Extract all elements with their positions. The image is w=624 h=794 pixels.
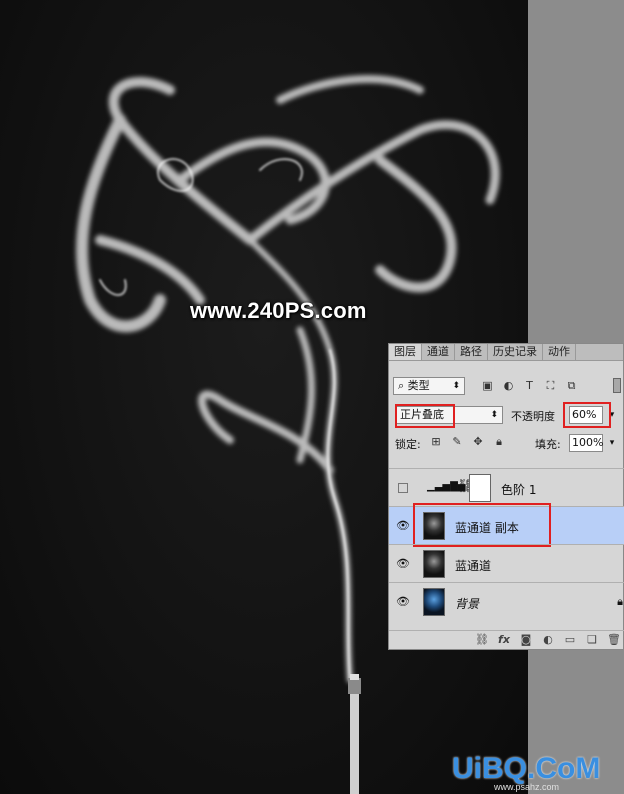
lock-move-icon[interactable]: ✥ [471, 435, 485, 449]
search-icon: ⌕ [398, 379, 405, 392]
lock-icon: 🔒︎ [617, 595, 623, 608]
trash-icon[interactable]: 🗑︎ [607, 633, 621, 647]
layer-levels-1[interactable]: ▁▃▅▇▅ ⛓ 色阶 1 [389, 468, 624, 506]
blend-mode-highlight [395, 404, 455, 428]
updown-arrow-icon: ⬍ [490, 410, 498, 420]
updown-arrow-icon: ⬍ [452, 381, 460, 391]
blend-row: 正片叠底 ⬍ 不透明度 60% ▾ [389, 402, 624, 428]
opacity-label: 不透明度 [511, 410, 555, 423]
visibility-toggle-off[interactable] [398, 483, 408, 493]
filter-toggle[interactable] [613, 378, 621, 393]
layer-mask-thumbnail [469, 474, 491, 502]
lock-row: 锁定: ⊞ ✎ ✥ 🔒︎ 填充: 100% ▾ [389, 432, 624, 454]
lock-brush-icon[interactable]: ✎ [450, 435, 464, 449]
group-folder-icon[interactable]: ▭ [563, 633, 577, 647]
layer-name: 背景 [455, 597, 480, 611]
lock-all-icon[interactable]: 🔒︎ [492, 435, 506, 449]
site-url: www.psahz.com [494, 782, 560, 792]
lock-label: 锁定: [395, 438, 421, 451]
image-filter-icon[interactable]: ▣ [481, 379, 494, 392]
adjustment-filter-icon[interactable]: ◐ [502, 379, 515, 392]
layer-thumbnail [423, 588, 445, 616]
tab-channels[interactable]: 通道 [422, 344, 455, 360]
link-layers-icon[interactable]: ⛓ [475, 633, 489, 647]
text-filter-icon[interactable]: T [523, 379, 536, 392]
opacity-highlight [563, 402, 611, 428]
panel-footer: ⛓ fx ◙ ◐ ▭ ❏ 🗑︎ [389, 630, 624, 651]
layer-blue-channel[interactable]: 👁︎ 蓝通道 [389, 544, 624, 582]
fill-label: 填充: [535, 438, 561, 451]
layer-name: 蓝通道 [455, 559, 492, 573]
tab-layers[interactable]: 图层 [389, 344, 422, 360]
layer-background[interactable]: 👁︎ 背景 🔒︎ [389, 582, 624, 620]
filter-label: 类型 [407, 379, 430, 392]
site-logo: UiBQ.CoM [452, 752, 601, 785]
filter-row: ⌕ 类型 ⬍ ▣ ◐ T ⛶ ⧉ [389, 376, 624, 398]
panel-tabs: 图层 通道 路径 历史记录 动作 [389, 344, 623, 361]
add-mask-icon[interactable]: ◙ [519, 633, 533, 647]
eye-icon[interactable]: 👁︎ [395, 595, 411, 609]
smart-object-filter-icon[interactable]: ⧉ [565, 379, 578, 392]
tab-history[interactable]: 历史记录 [488, 344, 543, 360]
chevron-down-icon[interactable]: ▾ [605, 434, 619, 452]
tab-actions[interactable]: 动作 [543, 344, 576, 360]
layer-highlight [413, 503, 551, 547]
tab-paths[interactable]: 路径 [455, 344, 488, 360]
watermark-text: www.240PS.com [190, 298, 367, 323]
new-layer-icon[interactable]: ❏ [585, 633, 599, 647]
fx-icon[interactable]: fx [497, 633, 511, 647]
adjustment-layer-icon[interactable]: ◐ [541, 633, 555, 647]
layer-name: 色阶 1 [501, 483, 537, 497]
layer-filter-select[interactable]: ⌕ 类型 ⬍ [393, 377, 465, 395]
fill-input[interactable]: 100% [569, 434, 603, 452]
lock-transparent-icon[interactable]: ⊞ [429, 435, 443, 449]
eye-icon[interactable]: 👁︎ [395, 557, 411, 571]
layer-blue-channel-copy[interactable]: 👁︎ 蓝通道 副本 [389, 503, 624, 547]
eye-icon[interactable]: 👁︎ [395, 519, 411, 533]
shape-filter-icon[interactable]: ⛶ [544, 379, 557, 392]
layers-panel: 图层 通道 路径 历史记录 动作 ⌕ 类型 ⬍ ▣ ◐ T ⛶ ⧉ 正片叠底 ⬍… [388, 343, 624, 650]
layer-thumbnail [423, 550, 445, 578]
